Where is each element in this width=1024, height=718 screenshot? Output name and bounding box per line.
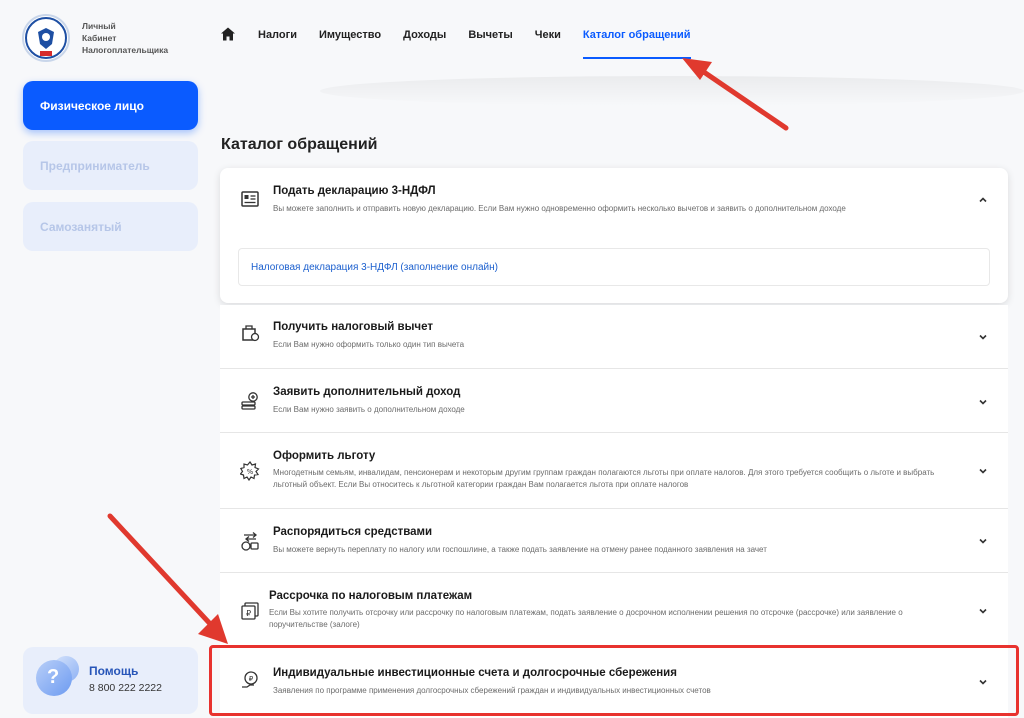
page-title: Каталог обращений (221, 136, 378, 153)
fns-logo[interactable]: Личный Кабинет Налогоплательщика (22, 14, 168, 62)
catalog-item-title: Распорядиться средствами (273, 526, 433, 538)
chevron-down-icon[interactable] (978, 332, 988, 342)
declaration-online-link[interactable]: Налоговая декларация 3-НДФЛ (заполнение … (251, 262, 498, 273)
highlight-box (209, 645, 1019, 716)
catalog-item-installment[interactable]: ₽ Рассрочка по налоговым платежам Если В… (220, 572, 1008, 646)
catalog-item-benefit[interactable]: % Оформить льготу Многодетным семьям, ин… (220, 432, 1008, 508)
role-selfemployed-button[interactable]: Самозанятый (23, 202, 198, 251)
catalog-item-income[interactable]: Заявить дополнительный доход Если Вам ну… (220, 368, 1008, 432)
nav-taxes[interactable]: Налоги (258, 29, 297, 41)
catalog-item-desc: Если Вам нужно заявить о дополнительном … (273, 405, 465, 414)
nav-shadow (320, 76, 1024, 106)
catalog-item-title: Получить налоговый вычет (273, 321, 433, 333)
catalog-item-title: Заявить дополнительный доход (273, 386, 461, 398)
chevron-down-icon[interactable] (978, 397, 988, 407)
catalog-item-declaration[interactable]: Подать декларацию 3-НДФЛ Вы можете запол… (220, 168, 1008, 303)
wallet-icon (242, 325, 260, 342)
catalog-item-title: Подать декларацию 3-НДФЛ (273, 185, 436, 197)
transfer-icon (241, 532, 259, 551)
installment-icon: ₽ (241, 602, 259, 620)
catalog-item-funds[interactable]: Распорядиться средствами Вы можете верну… (220, 508, 1008, 572)
benefit-icon: % (240, 461, 260, 481)
catalog-item-desc: Если Вы хотите получить отсрочку или рас… (269, 608, 903, 629)
nav-property[interactable]: Имущество (319, 29, 381, 41)
home-icon[interactable] (220, 26, 236, 42)
declaration-icon (241, 191, 259, 207)
help-title: Помощь (89, 664, 139, 678)
svg-text:₽: ₽ (246, 609, 251, 618)
catalog-item-desc: Вы можете заполнить и отправить новую де… (273, 204, 846, 213)
subitem-box: Налоговая декларация 3-НДФЛ (заполнение … (238, 248, 990, 286)
logo-line: Налогоплательщика (82, 45, 169, 55)
catalog-item-desc: Вы можете вернуть переплату по налогу ил… (273, 545, 767, 554)
role-entrepreneur-button[interactable]: Предприниматель (23, 141, 198, 190)
help-phone[interactable]: 8 800 222 2222 (89, 682, 162, 694)
coins-plus-icon (241, 392, 258, 410)
chevron-down-icon[interactable] (978, 536, 988, 546)
emblem-icon (22, 14, 70, 62)
nav-deductions[interactable]: Вычеты (468, 29, 512, 41)
catalog-item-deduction[interactable]: Получить налоговый вычет Если Вам нужно … (220, 305, 1008, 368)
catalog-item-desc: Многодетным семьям, инвалидам, пенсионер… (273, 468, 935, 489)
question-mark-icon: ? (47, 666, 60, 688)
nav-income[interactable]: Доходы (403, 29, 446, 41)
chevron-up-icon[interactable] (978, 195, 988, 205)
nav-receipts[interactable]: Чеки (535, 29, 561, 41)
catalog-item-title: Оформить льготу (273, 450, 376, 462)
help-widget[interactable]: ? Помощь 8 800 222 2222 (23, 647, 198, 714)
arrow-to-investment (107, 513, 228, 644)
role-individual-button[interactable]: Физическое лицо (23, 81, 198, 130)
catalog-item-desc: Если Вам нужно оформить только один тип … (273, 340, 465, 349)
logo-text: Личный Кабинет Налогоплательщика (82, 20, 168, 56)
svg-text:%: % (247, 468, 254, 476)
chevron-down-icon[interactable] (978, 466, 988, 476)
nav-catalog[interactable]: Каталог обращений (582, 29, 691, 59)
top-nav: Налоги Имущество Доходы Вычеты Чеки Ката… (220, 0, 713, 70)
catalog-item-title: Рассрочка по налоговым платежам (269, 590, 473, 602)
logo-line: Кабинет (82, 33, 117, 43)
chevron-down-icon[interactable] (978, 606, 988, 616)
logo-line: Личный (82, 21, 116, 31)
